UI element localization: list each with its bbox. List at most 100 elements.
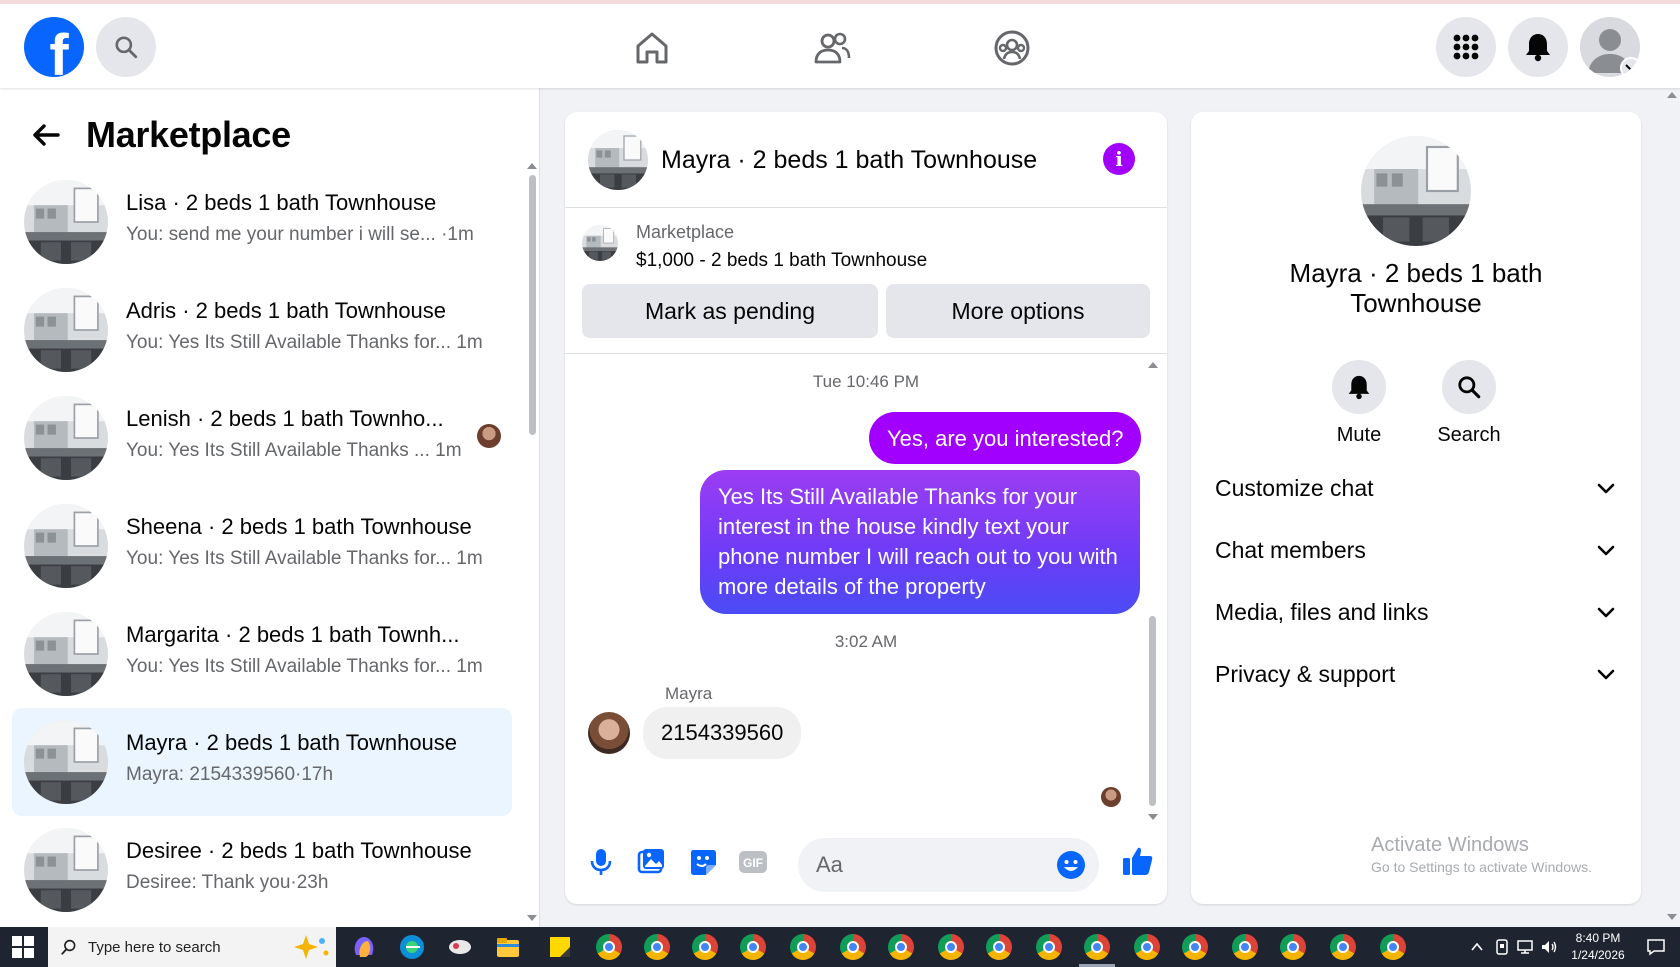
scroll-up-arrow-icon[interactable] [1148,362,1158,368]
privacy-support-section[interactable]: Privacy & support [1215,654,1617,694]
media-files-links-section[interactable]: Media, files and links [1215,592,1617,632]
thumbs-up-icon[interactable] [1121,844,1155,878]
chrome-browser-icon[interactable] [1380,934,1406,960]
conversation-list: Lisa · 2 beds 1 bath Townhouse You: send… [12,168,512,924]
back-arrow-icon[interactable] [28,117,64,153]
scroll-down-arrow-icon[interactable] [1667,914,1677,920]
sender-avatar[interactable] [588,712,630,754]
mark-as-pending-button[interactable]: Mark as pending [582,284,878,338]
notification-center-icon[interactable] [1646,938,1666,956]
notifications-button[interactable] [1508,17,1568,77]
sticky-notes-icon[interactable] [546,933,574,961]
chrome-browser-icon[interactable] [840,934,866,960]
network-icon[interactable] [1516,939,1536,955]
windows-start-icon[interactable] [12,936,34,958]
chevron-down-icon[interactable] [1620,57,1640,77]
chat-members-section[interactable]: Chat members [1215,530,1617,570]
message-sender-name: Mayra [665,684,713,703]
scroll-up-arrow-icon[interactable] [527,163,537,169]
profile-avatar[interactable] [1580,17,1640,77]
chrome-browser-icon[interactable] [740,934,766,960]
home-icon[interactable] [632,28,672,68]
menu-button[interactable] [1436,17,1496,77]
listing-small-thumbnail[interactable] [582,225,618,261]
scroll-up-arrow-icon[interactable] [1667,92,1677,98]
chrome-browser-icon[interactable] [1084,934,1110,960]
chrome-browser-icon[interactable] [888,934,914,960]
message-input-box[interactable] [798,838,1099,892]
incoming-message[interactable]: 2154339560 [643,707,802,759]
copilot-app-icon[interactable] [350,933,378,961]
chrome-browser-icon[interactable] [790,934,816,960]
message-thread-scrollbar[interactable] [1148,362,1158,822]
scroll-down-arrow-icon[interactable] [1148,814,1158,820]
scroll-down-arrow-icon[interactable] [527,915,537,921]
page-scrollbar[interactable] [1664,88,1680,927]
taskbar-clock[interactable]: 8:40 PM 1/24/2026 [1560,930,1636,964]
customize-chat-section[interactable]: Customize chat [1215,468,1617,508]
clock-date: 1/24/2026 [1571,948,1625,962]
chrome-browser-icon[interactable] [1036,934,1062,960]
listing-thumbnail [24,396,108,480]
conversation-item-adris[interactable]: Adris · 2 beds 1 bath Townhouse You: Yes… [12,276,512,384]
conversation-item-mayra[interactable]: Mayra · 2 beds 1 bath Townhouse Mayra: 2… [12,708,512,816]
chrome-browser-icon[interactable] [692,934,718,960]
windows-taskbar: 8:40 PM 1/24/2026 [0,927,1680,967]
scrollbar-thumb[interactable] [1149,616,1156,806]
chevron-up-icon[interactable] [1470,940,1484,954]
svg-text:GIF: GIF [743,856,763,870]
outgoing-message[interactable]: Yes Its Still Available Thanks for your … [700,470,1140,614]
more-options-button[interactable]: More options [886,284,1150,338]
search-button[interactable] [96,17,156,77]
chat-title[interactable]: Mayra · 2 beds 1 bath Townhouse [661,146,1037,175]
volume-icon[interactable] [1540,939,1558,955]
chat-panel: Mayra · 2 beds 1 bath Townhouse i Market… [565,112,1167,904]
info-icon[interactable]: i [1103,143,1135,175]
conversation-item-lisa[interactable]: Lisa · 2 beds 1 bath Townhouse You: send… [12,168,512,276]
chrome-browser-icon[interactable] [1182,934,1208,960]
conversation-item-lenish[interactable]: Lenish · 2 beds 1 bath Townho... You: Ye… [12,384,512,492]
outgoing-message[interactable]: Yes, are you interested? [869,412,1142,464]
groups-icon[interactable] [992,28,1032,68]
scrollbar-thumb[interactable] [529,175,536,435]
emoji-icon[interactable] [1056,850,1086,880]
search-action[interactable]: Search [1424,360,1514,447]
marketplace-conversations-panel: Marketplace Lisa · 2 beds 1 bath Townhou… [0,88,540,927]
chrome-browser-icon[interactable] [644,934,670,960]
search-icon [61,939,76,955]
message-input[interactable] [816,838,1036,892]
sticker-icon[interactable] [687,846,719,878]
search-icon [115,36,138,59]
chat-profile-thumbnail[interactable] [1361,136,1471,246]
section-label: Chat members [1215,536,1366,563]
chrome-browser-icon[interactable] [986,934,1012,960]
facebook-logo-icon[interactable]: f [24,17,84,77]
taskbar-search-input[interactable] [88,927,268,967]
chrome-browser-icon[interactable] [1134,934,1160,960]
gif-icon[interactable]: GIF [737,846,769,878]
conversation-item-desiree[interactable]: Desiree · 2 beds 1 bath Townhouse Desire… [12,816,512,924]
listing-title[interactable]: $1,000 - 2 beds 1 bath Townhouse [636,250,927,272]
mute-button[interactable] [1332,360,1386,414]
conversation-list-scrollbar[interactable] [527,163,537,923]
chrome-browser-icon[interactable] [596,934,622,960]
photo-icon[interactable] [635,846,667,878]
sparkle-icon[interactable] [292,933,332,961]
chrome-browser-icon[interactable] [938,934,964,960]
conversation-item-sheena[interactable]: Sheena · 2 beds 1 bath Townhouse You: Ye… [12,492,512,600]
file-explorer-icon[interactable] [494,933,522,961]
conversation-item-margarita[interactable]: Margarita · 2 beds 1 bath Townh... You: … [12,600,512,708]
mute-action[interactable]: Mute [1314,360,1404,447]
chrome-browser-icon[interactable] [1232,934,1258,960]
edge-browser-icon[interactable] [398,933,426,961]
chat-listing-thumbnail[interactable] [588,130,648,190]
chrome-browser-icon[interactable] [1280,934,1306,960]
conversation-name: Lenish · 2 beds 1 bath Townho... [126,406,444,431]
chrome-browser-icon[interactable] [1330,934,1356,960]
search-in-chat-button[interactable] [1442,360,1496,414]
friends-icon[interactable] [812,28,852,68]
microphone-icon[interactable] [585,846,617,878]
meet-now-icon[interactable] [1494,938,1510,956]
taskbar-search-box[interactable] [48,927,336,967]
app-icon[interactable] [446,933,474,961]
